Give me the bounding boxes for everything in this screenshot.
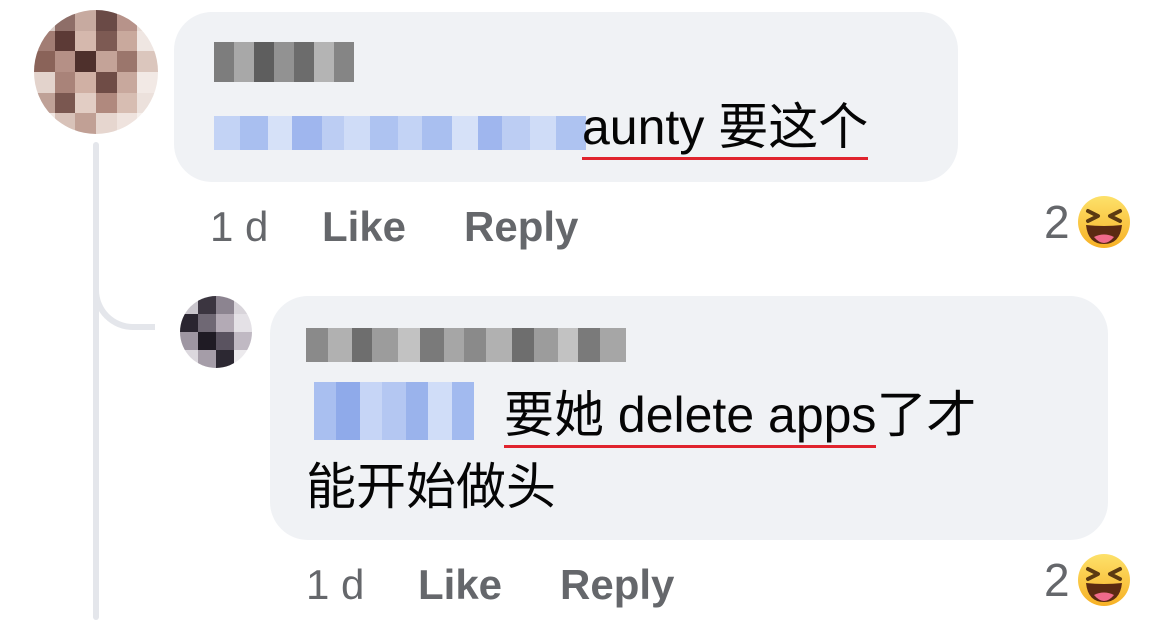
author-name-redacted[interactable] [306, 328, 626, 362]
avatar[interactable] [180, 296, 252, 368]
reply-button[interactable]: Reply [560, 560, 674, 610]
reply-button[interactable]: Reply [464, 202, 578, 252]
reply-text-line-2: 能开始做头 [306, 459, 556, 515]
reaction-summary[interactable]: 2 [1044, 552, 1132, 608]
reaction-count: 2 [1044, 196, 1070, 248]
reply-text-line-1: 要她 delete apps了才 [504, 384, 977, 448]
reply-text-rest: 了才 [876, 387, 977, 443]
comment-text-body: aunty 要这个 [582, 99, 869, 160]
reply-bubble: 要她 delete apps了才 能开始做头 [270, 296, 1108, 540]
reply-timestamp[interactable]: 1 d [306, 560, 364, 610]
like-button[interactable]: Like [418, 560, 502, 610]
mention-redacted[interactable] [214, 116, 586, 150]
comment-thread: aunty 要这个 1 d Like Reply 2 要她 delete app… [0, 0, 1170, 620]
avatar[interactable] [34, 10, 158, 134]
haha-emoji-icon [1077, 554, 1130, 606]
haha-emoji-icon [1077, 196, 1130, 248]
comment-bubble: aunty 要这个 [174, 12, 958, 182]
like-button[interactable]: Like [322, 202, 406, 252]
mention-redacted[interactable] [314, 382, 474, 440]
thread-line [93, 142, 99, 620]
thread-reply-connector [93, 282, 155, 330]
comment-text: aunty 要这个 [582, 96, 869, 160]
author-name-redacted[interactable] [214, 42, 354, 82]
reaction-summary[interactable]: 2 [1044, 194, 1132, 250]
comment-timestamp[interactable]: 1 d [210, 202, 268, 252]
reaction-count: 2 [1044, 554, 1070, 606]
reply-text-underlined: 要她 delete apps [504, 387, 877, 448]
